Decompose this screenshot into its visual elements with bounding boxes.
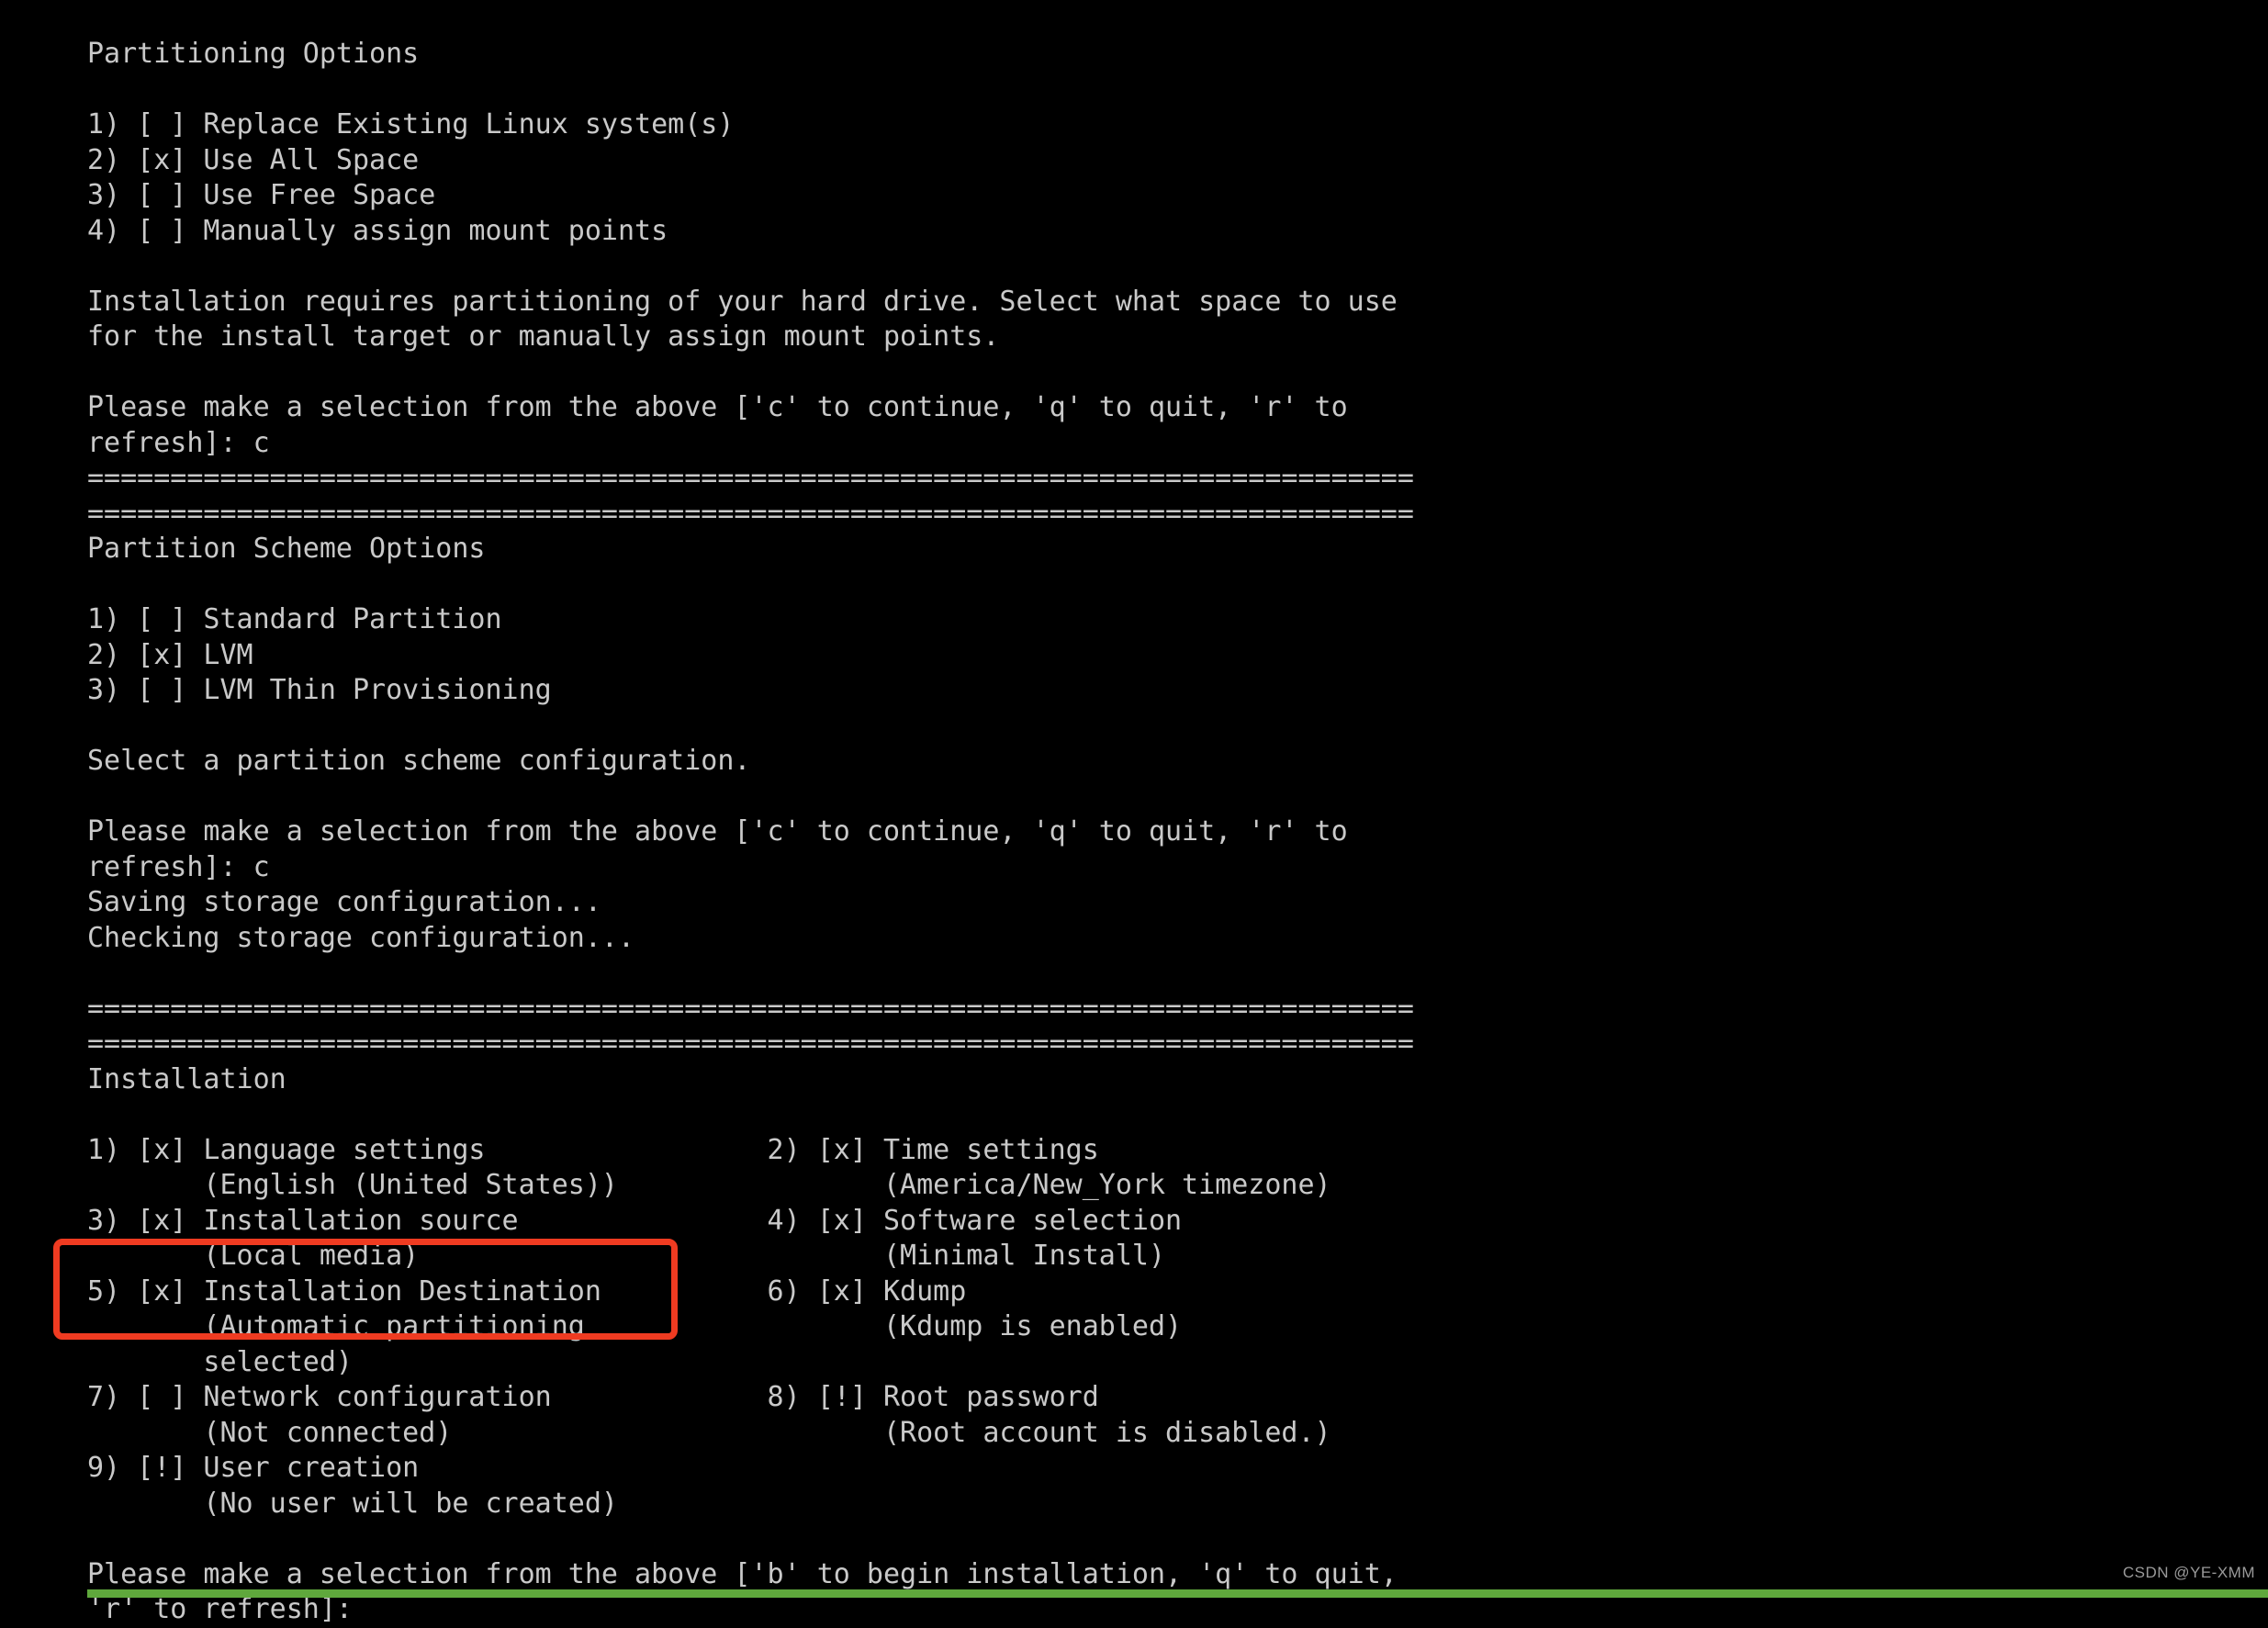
console-line: Partition Scheme Options (87, 533, 486, 565)
console-line: ========================================… (87, 497, 1414, 530)
console-line: 3) [ ] LVM Thin Provisioning (87, 674, 552, 706)
console-line: 9) [!] User creation (87, 1452, 420, 1484)
console-line: 5) [x] Installation Destination 6) [x] K… (87, 1274, 967, 1308)
console-line: for the install target or manually assig… (87, 320, 1000, 353)
console-line: refresh]: c (87, 850, 270, 883)
console-line: (Automatic partitioning (Kdump is enable… (87, 1310, 1183, 1342)
console-line: 2) [x] LVM (87, 638, 253, 671)
console-line: ========================================… (87, 462, 1414, 494)
console-line: selected) (87, 1345, 353, 1378)
console-line: 3) [ ] Use Free Space (87, 179, 436, 211)
console-line: 1) [x] Language settings 2) [x] Time set… (87, 1133, 1099, 1166)
terminal-screen: Partitioning Options 1) [ ] Replace Exis… (0, 0, 2268, 1625)
console-line: (Not connected) (Root account is disable… (87, 1416, 1331, 1449)
console-line: (No user will be created) (87, 1487, 618, 1520)
csdn-watermark: CSDN @YE-XMM (2122, 1564, 2255, 1581)
console-line: 3) [x] Installation source 4) [x] Softwa… (87, 1204, 1183, 1237)
console-line: Please make a selection from the above [… (87, 391, 1348, 423)
console-line: Select a partition scheme configuration. (87, 745, 751, 777)
console-line: refresh]: c (87, 426, 270, 459)
console-line: ========================================… (87, 992, 1414, 1025)
console-line: Saving storage configuration... (87, 886, 601, 918)
console-line: Installation (87, 1062, 286, 1095)
console-line: 2) [x] Use All Space (87, 143, 420, 176)
console-output: Partitioning Options 1) [ ] Replace Exis… (87, 37, 2199, 1628)
console-line: 1) [ ] Standard Partition (87, 603, 502, 635)
console-line: 7) [ ] Network configuration 8) [!] Root… (87, 1381, 1099, 1413)
console-line: Please make a selection from the above [… (87, 1557, 1398, 1590)
console-line: Installation requires partitioning of yo… (87, 285, 1398, 318)
console-line: 4) [ ] Manually assign mount points (87, 214, 668, 247)
console-line: Partitioning Options (87, 38, 420, 70)
console-line: Please make a selection from the above [… (87, 815, 1348, 848)
console-line: (Local media) (Minimal Install) (87, 1240, 1165, 1272)
console-line: 1) [ ] Replace Existing Linux system(s) (87, 108, 735, 140)
console-line: (English (United States)) (America/New_Y… (87, 1169, 1331, 1201)
console-line: Checking storage configuration... (87, 921, 635, 954)
bottom-green-strip (87, 1589, 2268, 1598)
console-line: ========================================… (87, 1027, 1414, 1060)
